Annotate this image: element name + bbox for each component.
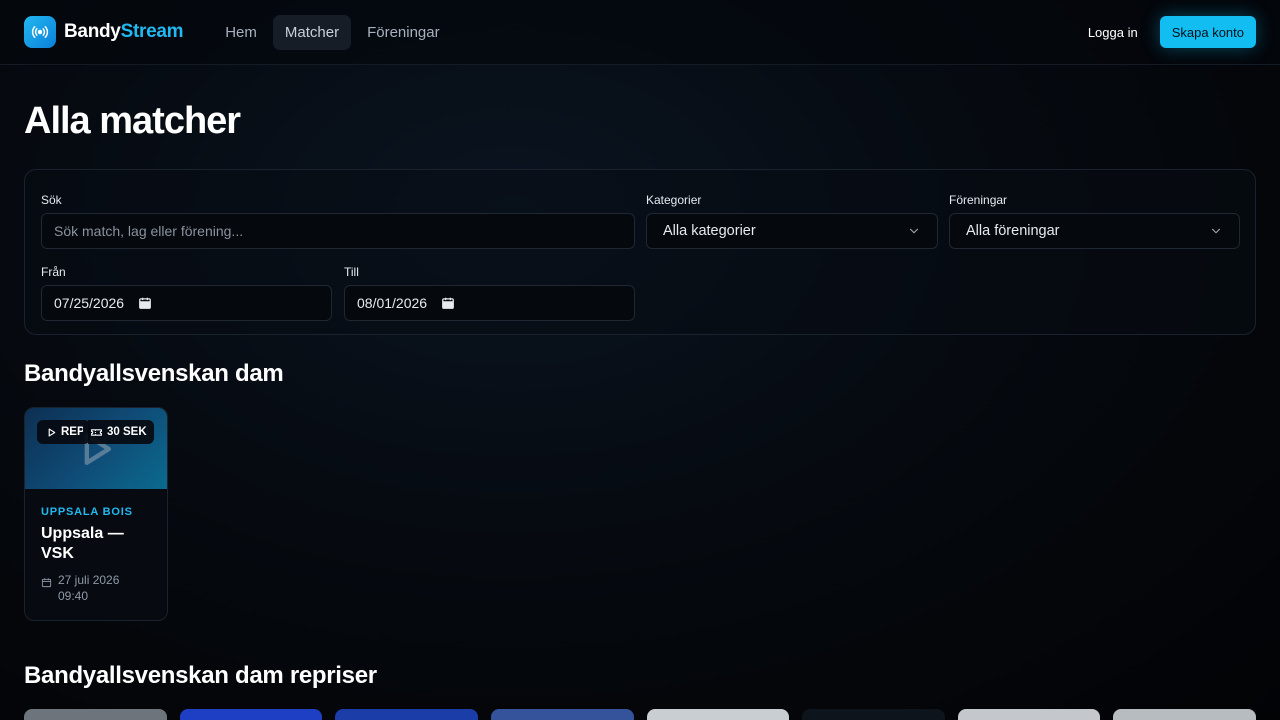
- price-label: 30 SEK: [107, 426, 147, 438]
- replay-thumbnail[interactable]: [24, 709, 167, 720]
- replay-thumbnail[interactable]: [490, 709, 634, 720]
- search-label: Sök: [41, 193, 62, 207]
- match-card[interactable]: REPRIS 30 SEK UPPSALA BOIS Uppsala — VSK…: [24, 407, 168, 621]
- to-date-input[interactable]: 08/01/2026: [344, 285, 635, 321]
- to-field: Till 08/01/2026: [344, 265, 635, 321]
- categories-value: Alla kategorier: [663, 223, 756, 239]
- price-tag: 30 SEK: [88, 420, 154, 444]
- nav-item-hem[interactable]: Hem: [213, 15, 269, 50]
- match-title: Uppsala — VSK: [41, 525, 124, 562]
- search-field: Sök Sök match, lag eller förening...: [41, 193, 635, 249]
- to-label: Till: [344, 265, 359, 279]
- replay-thumbnail[interactable]: [957, 709, 1101, 720]
- from-field: Från 07/25/2026: [41, 265, 332, 321]
- brand-logo[interactable]: BandyStream: [24, 16, 184, 48]
- auth-actions: Logga in Skapa konto: [1078, 16, 1256, 48]
- calendar-icon: [41, 578, 52, 588]
- broadcast-icon: [24, 16, 56, 48]
- chevron-down-icon: [909, 228, 919, 234]
- calendar-icon[interactable]: [441, 296, 455, 310]
- login-button[interactable]: Logga in: [1078, 16, 1148, 48]
- replay-thumbnail[interactable]: [335, 709, 478, 720]
- to-date-value: 08/01/2026: [357, 295, 428, 311]
- replay-thumbnail[interactable]: [1113, 709, 1256, 720]
- calendar-icon[interactable]: [138, 296, 152, 310]
- clubs-value: Alla föreningar: [966, 223, 1060, 239]
- ticket-icon: [91, 428, 102, 436]
- search-input[interactable]: Sök match, lag eller förening...: [41, 213, 635, 249]
- chevron-down-icon: [1211, 228, 1221, 234]
- replay-label: REPRIS: [61, 426, 83, 438]
- replay-thumbnail[interactable]: [646, 709, 790, 720]
- replay-thumbnail-row: [24, 709, 1256, 720]
- from-date-input[interactable]: 07/25/2026: [41, 285, 332, 321]
- section-title: Bandyallsvenskan dam repriser: [24, 662, 377, 689]
- main-nav: Hem Matcher Föreningar: [213, 14, 452, 50]
- club-name: UPPSALA BOIS: [41, 506, 133, 518]
- match-datetime: 27 juli 2026 09:40: [41, 572, 151, 604]
- clubs-field: Föreningar Alla föreningar: [949, 193, 1240, 249]
- play-icon: [48, 427, 56, 437]
- signup-button[interactable]: Skapa konto: [1159, 16, 1256, 48]
- categories-label: Kategorier: [646, 193, 702, 207]
- match-date: 27 juli 2026: [58, 573, 120, 587]
- page-title: Alla matcher: [24, 100, 241, 142]
- match-time: 09:40: [58, 589, 89, 603]
- replay-thumbnail[interactable]: [802, 709, 945, 720]
- categories-field: Kategorier Alla kategorier: [646, 193, 938, 249]
- match-thumbnail: REPRIS 30 SEK: [25, 408, 167, 489]
- replay-badge: REPRIS 30 SEK: [37, 420, 154, 444]
- top-navbar: BandyStream Hem Matcher Föreningar Logga…: [0, 0, 1280, 65]
- match-card-body: UPPSALA BOIS Uppsala — VSK 27 juli 2026 …: [25, 489, 167, 604]
- from-label: Från: [41, 265, 66, 279]
- clubs-label: Föreningar: [949, 193, 1008, 207]
- nav-item-foreningar[interactable]: Föreningar: [355, 15, 452, 50]
- section-title: Bandyallsvenskan dam: [24, 360, 284, 387]
- brand-name: BandyStream: [64, 21, 184, 42]
- nav-item-matcher[interactable]: Matcher: [272, 14, 352, 50]
- from-date-value: 07/25/2026: [54, 295, 125, 311]
- replay-thumbnail[interactable]: [179, 709, 323, 720]
- clubs-select[interactable]: Alla föreningar: [949, 213, 1240, 249]
- filter-panel: Sök Sök match, lag eller förening... Kat…: [24, 169, 1256, 335]
- categories-select[interactable]: Alla kategorier: [646, 213, 938, 249]
